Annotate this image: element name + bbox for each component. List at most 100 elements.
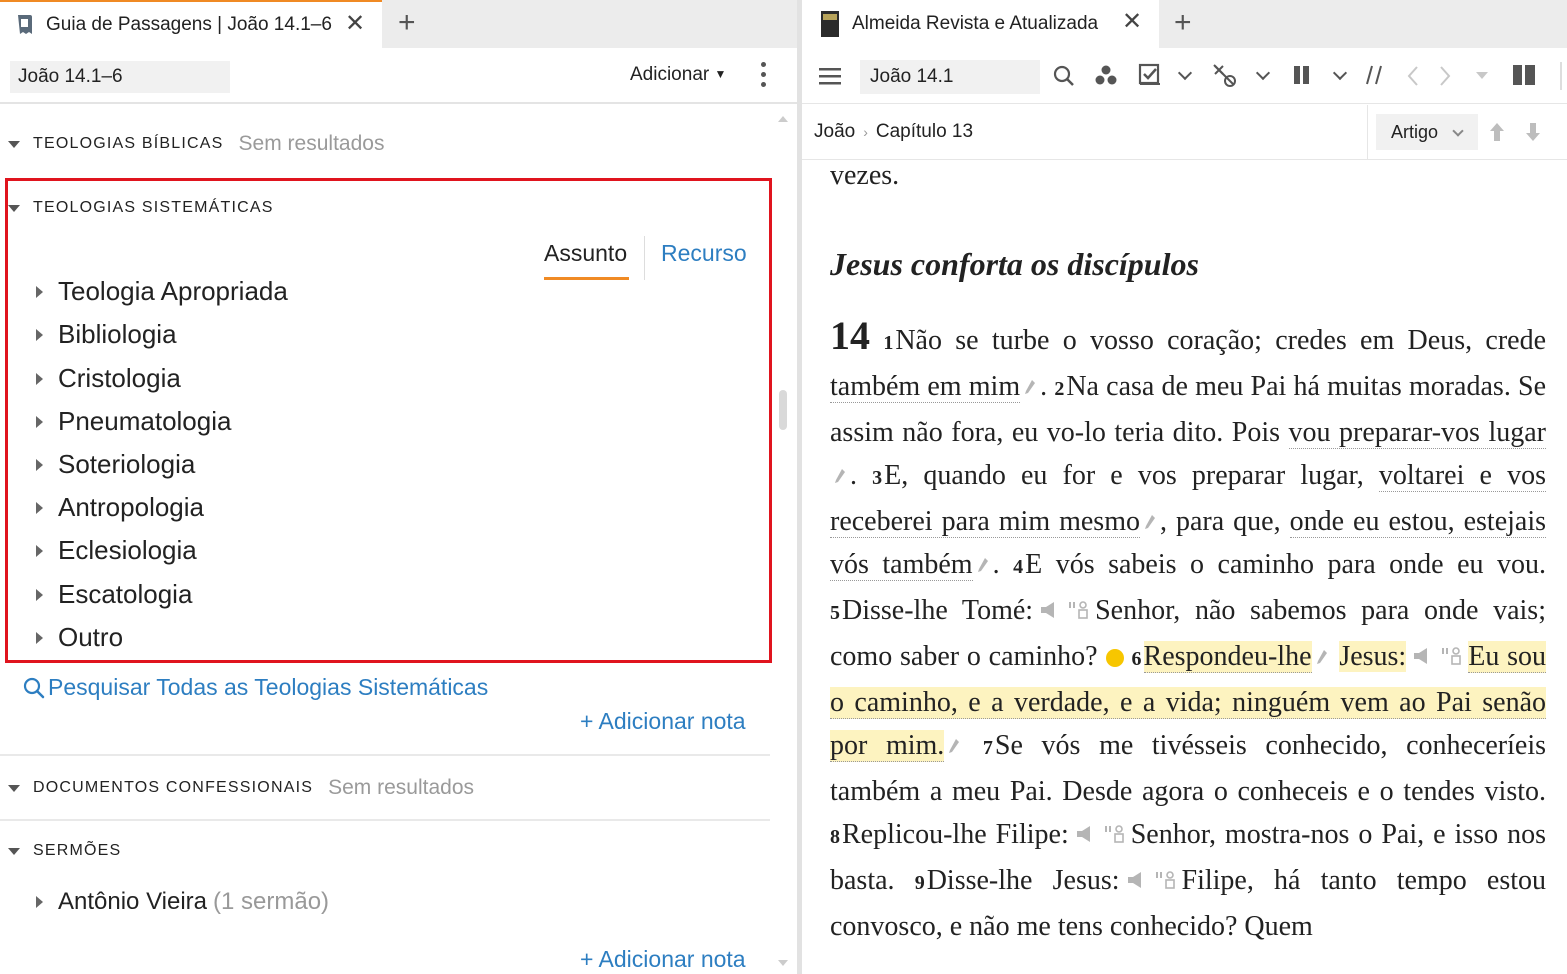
verse-text: Disse-lhe Tomé: <box>842 595 1034 626</box>
expand-triangle-icon[interactable] <box>36 544 43 557</box>
tree-item-antonio-vieira[interactable]: Antônio Vieira (1 sermão) <box>36 888 329 916</box>
pen-icon[interactable] <box>1316 649 1328 667</box>
arrow-up-icon[interactable] <box>1488 121 1506 143</box>
speaker-icon[interactable] <box>1075 823 1125 845</box>
cross-reference-text[interactable]: também em mim <box>830 371 1021 403</box>
expand-triangle-icon[interactable] <box>36 328 43 341</box>
speaker-icon[interactable] <box>1412 645 1462 667</box>
scroll-down-icon[interactable] <box>778 960 788 966</box>
pen-icon[interactable] <box>834 468 846 486</box>
tree-item-teologia-apropriada[interactable]: Teologia Apropriada <box>36 276 288 307</box>
expand-triangle-icon[interactable] <box>36 372 43 385</box>
speaker-icon[interactable] <box>1126 869 1176 891</box>
people-icon[interactable] <box>1094 64 1118 88</box>
verse-number[interactable]: 1 <box>883 332 893 354</box>
expand-triangle-icon[interactable] <box>36 588 43 601</box>
expand-triangle-icon[interactable] <box>36 896 43 908</box>
tab-bible[interactable]: Almeida Revista e Atualizada ✕ <box>802 0 1159 48</box>
collapse-caret-icon[interactable] <box>8 847 20 855</box>
chevron-down-icon[interactable] <box>1177 65 1193 81</box>
tree-item-label: Pneumatologia <box>58 406 232 436</box>
panel-layout-icon[interactable] <box>1512 64 1536 86</box>
tree-item-eclesiologia[interactable]: Eclesiologia <box>36 535 197 566</box>
close-tab-icon[interactable]: ✕ <box>345 12 365 36</box>
collapse-caret-icon[interactable] <box>8 204 20 212</box>
tree-item-soteriologia[interactable]: Soteriologia <box>36 449 195 480</box>
section-title: SERMÕES <box>33 842 122 859</box>
verse-number[interactable]: 4 <box>1013 556 1023 578</box>
chapter-number: 14 <box>830 313 870 358</box>
segment-subject[interactable]: Assunto <box>544 240 630 280</box>
scroll-up-icon[interactable] <box>778 116 788 122</box>
close-tab-icon[interactable]: ✕ <box>1122 10 1142 34</box>
pen-icon[interactable] <box>1144 514 1156 532</box>
arrow-down-icon[interactable] <box>1524 121 1542 143</box>
verse-number[interactable]: 9 <box>915 872 925 894</box>
highlighted-text: Jesus: <box>1339 641 1407 672</box>
search-icon[interactable] <box>1052 64 1076 88</box>
pen-icon[interactable] <box>1024 379 1036 397</box>
checklist-icon[interactable] <box>1138 63 1162 87</box>
highlight-dot-icon[interactable] <box>1105 649 1124 667</box>
history-dropdown-icon[interactable] <box>1476 72 1488 80</box>
verse-number[interactable]: 5 <box>830 602 840 624</box>
verse-number[interactable]: 7 <box>983 737 993 759</box>
expand-triangle-icon[interactable] <box>36 501 43 514</box>
tree-item-antropologia[interactable]: Antropologia <box>36 492 204 523</box>
tree-item-label: Eclesiologia <box>58 535 197 565</box>
verse-text: Replicou-lhe Filipe: <box>842 819 1069 850</box>
back-arrow-icon[interactable] <box>1406 65 1420 87</box>
verse-number[interactable]: 8 <box>830 826 840 848</box>
tree-item-pneumatologia[interactable]: Pneumatologia <box>36 406 231 437</box>
section-biblical-theologies[interactable]: TEOLOGIAS BÍBLICAS Sem resultados <box>8 132 384 156</box>
tree-item-escatologia[interactable]: Escatologia <box>36 579 192 610</box>
tab-passage-guide[interactable]: Guia de Passagens | João 14.1–6 ✕ <box>0 0 382 48</box>
expand-triangle-icon[interactable] <box>36 285 43 298</box>
section-systematic-theologies[interactable]: TEOLOGIAS SISTEMÁTICAS <box>8 199 274 217</box>
add-menu-button[interactable]: Adicionar ▼ <box>630 64 726 86</box>
verse-number[interactable]: 3 <box>872 467 882 489</box>
segment-resource[interactable]: Recurso <box>661 240 747 267</box>
speaker-icon[interactable] <box>1039 599 1089 621</box>
more-options-icon[interactable] <box>760 62 768 90</box>
section-sermons[interactable]: SERMÕES <box>8 842 121 860</box>
expand-triangle-icon[interactable] <box>36 415 43 428</box>
view-mode-select[interactable]: Artigo <box>1376 114 1478 150</box>
cross-reference-text[interactable]: vou preparar-vos lugar <box>1288 417 1547 449</box>
left-scrollbar[interactable] <box>775 110 791 974</box>
add-note-button[interactable]: + Adicionar nota <box>580 946 746 973</box>
collapse-caret-icon[interactable] <box>8 140 20 148</box>
pericope-heading: Jesus conforta os discípulos <box>830 246 1199 282</box>
scroll-thumb[interactable] <box>779 390 787 430</box>
tree-item-outro[interactable]: Outro <box>36 622 123 653</box>
new-tab-button[interactable]: + <box>1174 8 1192 38</box>
chevron-down-icon[interactable] <box>1255 65 1271 81</box>
parallel-icon[interactable] <box>1365 64 1387 86</box>
reference-input[interactable] <box>10 61 230 93</box>
expand-triangle-icon[interactable] <box>36 458 43 471</box>
breadcrumb-chapter[interactable]: Capítulo 13 <box>876 121 973 143</box>
add-note-button[interactable]: + Adicionar nota <box>580 708 746 735</box>
highlighted-text[interactable]: Respondeu-lhe <box>1143 641 1312 673</box>
pen-icon[interactable] <box>948 738 960 756</box>
reference-input[interactable] <box>860 60 1040 94</box>
expand-triangle-icon[interactable] <box>36 631 43 644</box>
interlinear-icon[interactable] <box>1212 63 1240 89</box>
search-all-systematic-link[interactable]: Pesquisar Todas as Teologias Sistemática… <box>22 674 488 701</box>
verse-number[interactable]: 6 <box>1132 648 1142 670</box>
sermon-count: (1 sermão) <box>213 888 330 915</box>
section-confessional-documents[interactable]: DOCUMENTOS CONFESSIONAIS Sem resultados <box>8 776 474 800</box>
new-tab-button[interactable]: + <box>398 8 416 38</box>
pen-icon[interactable] <box>977 557 989 575</box>
forward-arrow-icon[interactable] <box>1438 65 1452 87</box>
menu-icon[interactable] <box>818 66 842 86</box>
left-tab-bar: Guia de Passagens | João 14.1–6 ✕ + <box>0 0 797 48</box>
chevron-down-icon[interactable] <box>1332 65 1348 81</box>
dropdown-caret-icon: ▼ <box>714 67 727 81</box>
collapse-caret-icon[interactable] <box>8 784 20 792</box>
columns-icon[interactable] <box>1292 65 1312 85</box>
breadcrumb-book[interactable]: João <box>814 121 855 143</box>
tree-item-cristologia[interactable]: Cristologia <box>36 363 181 394</box>
verse-number[interactable]: 2 <box>1054 378 1064 400</box>
tree-item-bibliologia[interactable]: Bibliologia <box>36 319 177 350</box>
